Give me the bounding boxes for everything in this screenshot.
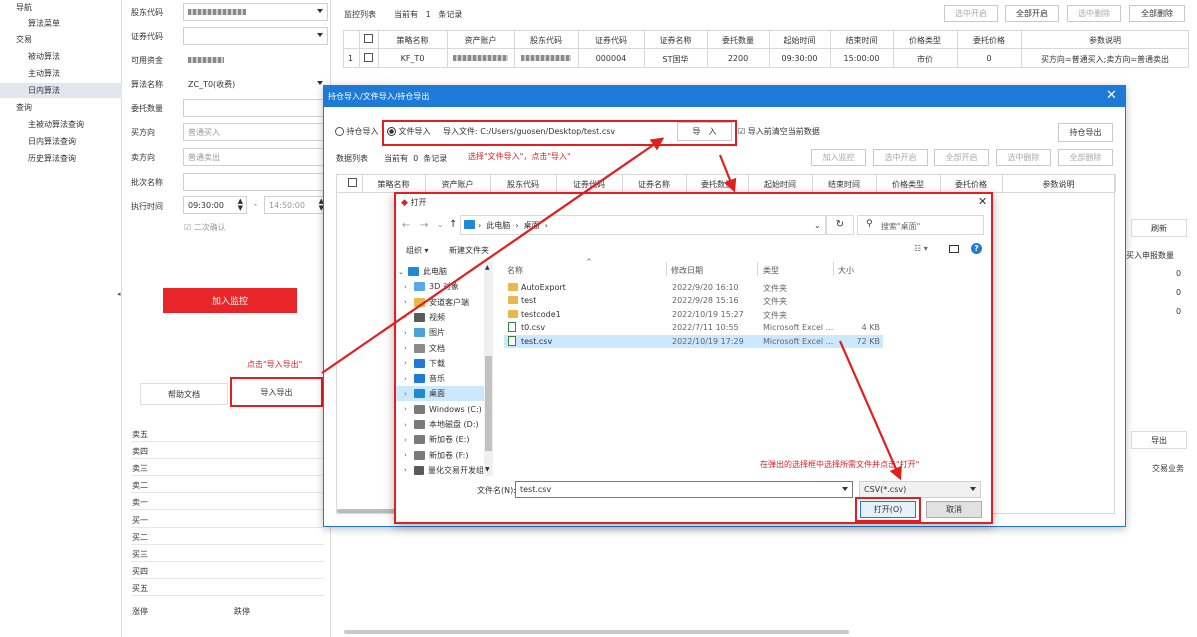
arrow <box>321 137 665 374</box>
arrow <box>718 154 737 193</box>
annotation-arrows <box>321 137 902 481</box>
arrow <box>838 340 902 481</box>
